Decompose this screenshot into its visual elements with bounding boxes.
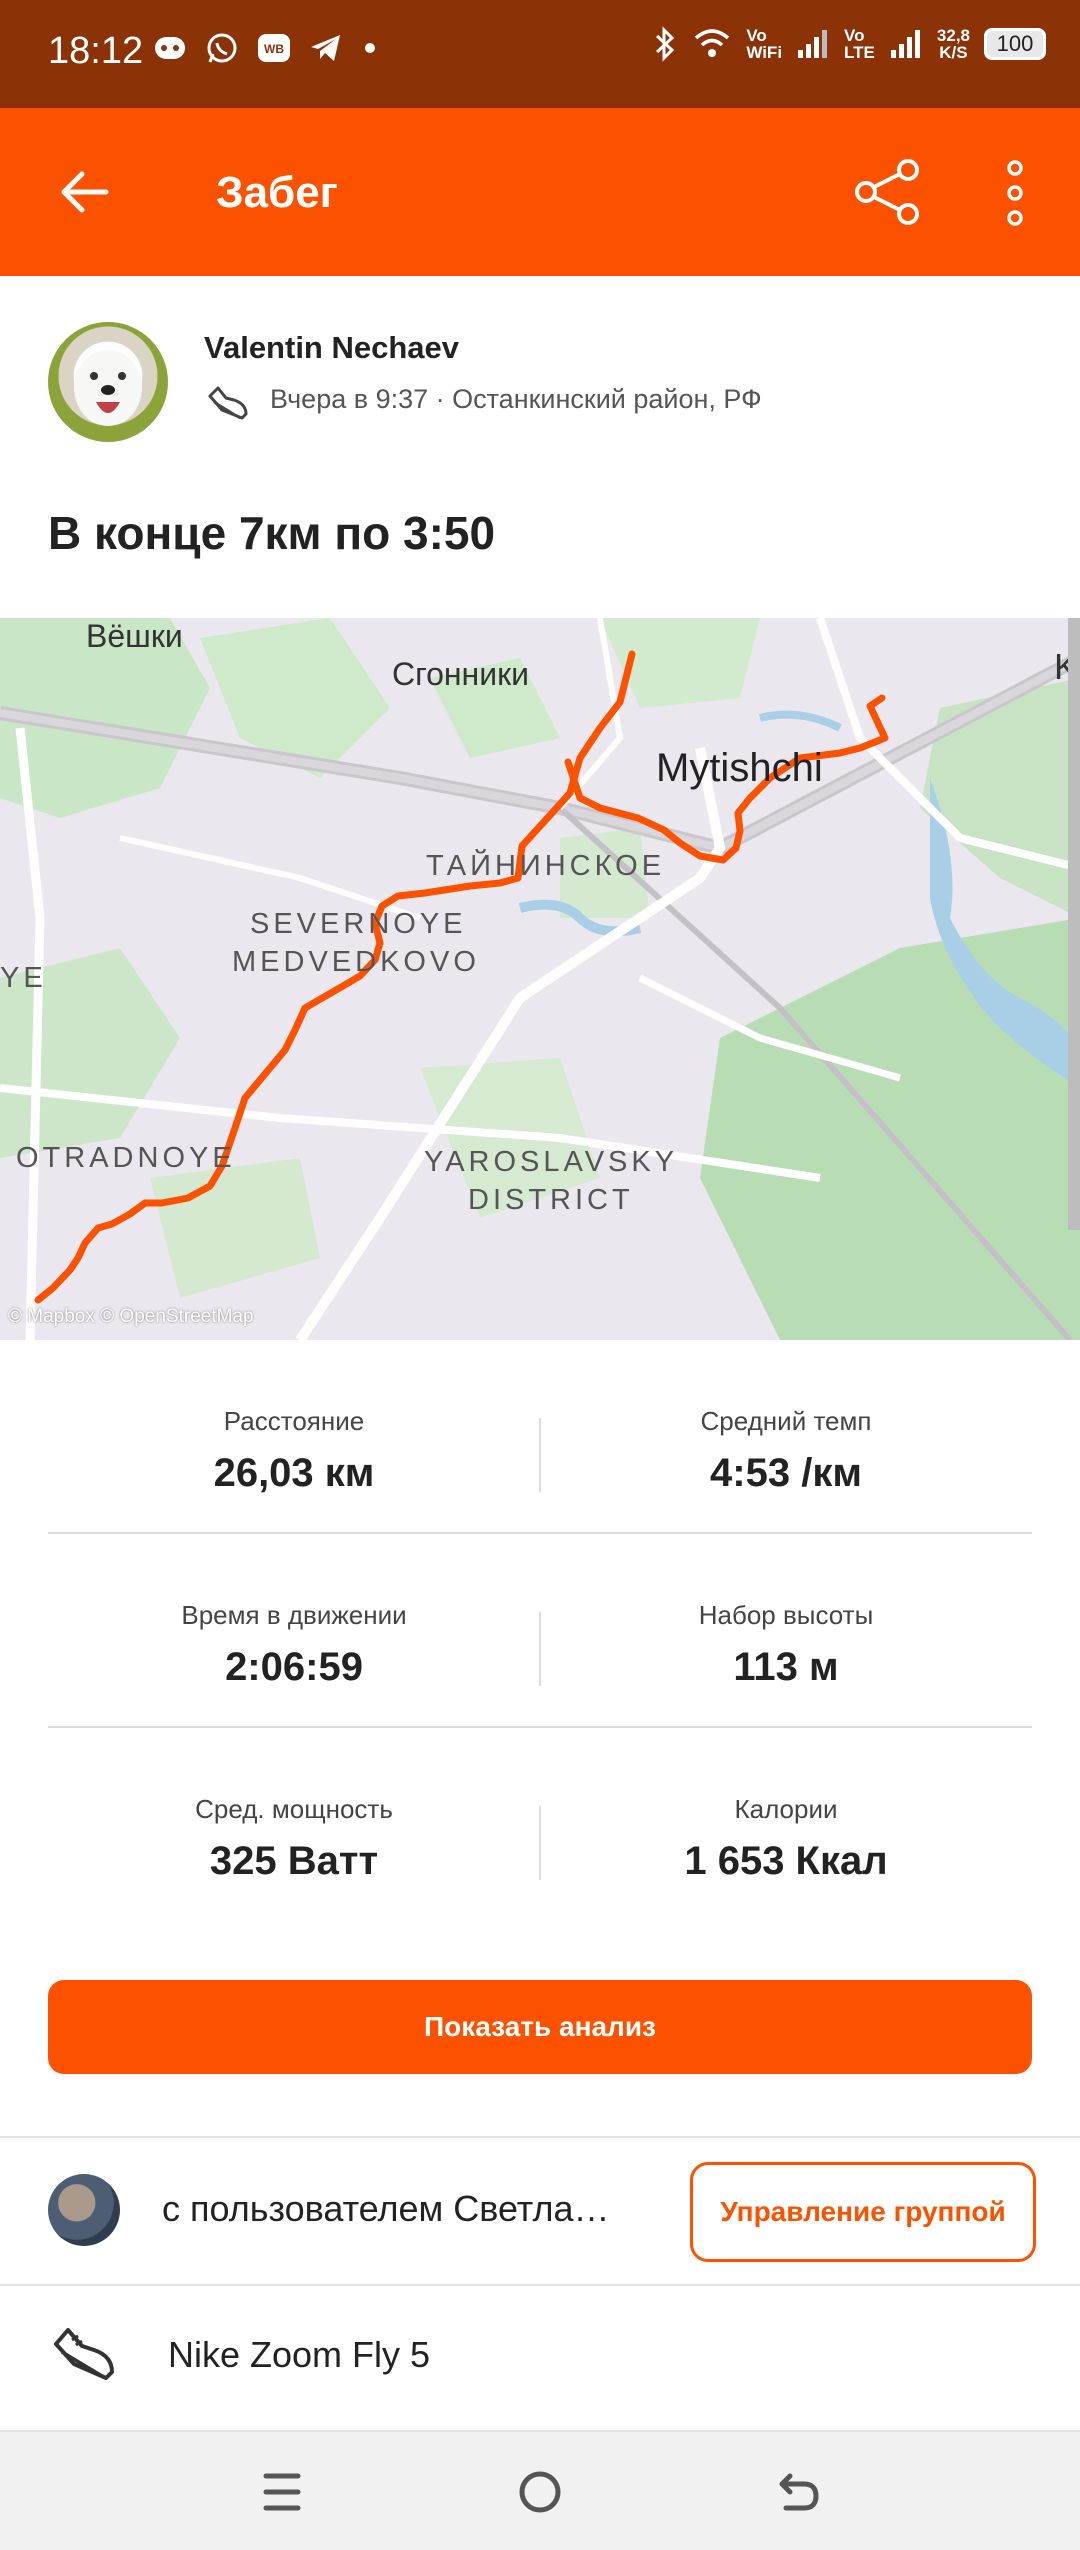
stat-label: Набор высоты: [698, 1600, 874, 1630]
vo-wifi-label: Vo WiFi: [746, 26, 783, 62]
svg-text:WB: WB: [264, 42, 284, 56]
map-label-medvedkovo: MEDVEDKOVO: [232, 946, 480, 978]
athlete-avatar[interactable]: [48, 322, 168, 442]
stat-value: 2:06:59: [225, 1645, 363, 1689]
group-member-text[interactable]: с пользователем Светла…: [162, 2188, 610, 2230]
stat-elevation-gain: Набор высоты 113 м: [540, 1600, 1032, 1690]
dot-icon: [365, 43, 375, 53]
stat-value: 325 Ватт: [209, 1839, 379, 1883]
stat-value: 1 653 Ккал: [684, 1839, 888, 1883]
group-activity-row[interactable]: с пользователем Светла… Управление групп…: [0, 2136, 1080, 2286]
wifi-icon: [695, 29, 730, 57]
status-bar: 18:12 WB Vo WiFi Vo LTE 32,8 K/S 100: [0, 0, 1080, 108]
stat-label: Средний темп: [700, 1406, 872, 1436]
map-label-yaroslavsky: YAROSLAVSKY: [424, 1146, 679, 1178]
stat-avg-pace: Средний темп 4:53 /км: [540, 1406, 1032, 1496]
scrollbar[interactable]: [1068, 618, 1080, 1230]
stat-distance: Расстояние 26,03 км: [48, 1406, 540, 1496]
show-analysis-button[interactable]: Показать анализ: [48, 1980, 1032, 2074]
map-label-tainiskoe: ТАЙНИНСКОЕ: [426, 850, 666, 882]
back-icon[interactable]: [768, 2462, 828, 2522]
home-icon[interactable]: [510, 2462, 570, 2522]
recent-apps-icon[interactable]: [252, 2462, 312, 2522]
stat-calories: Калории 1 653 Ккал: [540, 1794, 1032, 1884]
manage-group-button[interactable]: Управление группой: [690, 2162, 1036, 2262]
bluetooth-icon: [656, 26, 675, 62]
signal-icon: [798, 30, 828, 58]
map-label-sgonniki: Сгонники: [392, 656, 529, 692]
map-label-veshki: Вёшки: [86, 618, 183, 654]
app-toolbar: Забег: [0, 108, 1080, 276]
running-shoe-icon: [208, 386, 248, 420]
stat-value: 113 м: [733, 1645, 839, 1689]
map-label-otradnoye: OTRADNOYE: [16, 1142, 236, 1174]
activity-meta: Вчера в 9:37 · Останкинский район, РФ: [270, 384, 762, 414]
share-icon[interactable]: [852, 156, 924, 228]
net-speed: 32,8 K/S: [936, 26, 970, 62]
battery-icon: 100: [984, 28, 1046, 60]
whatsapp-icon: [207, 33, 237, 63]
status-right: Vo WiFi Vo LTE 32,8 K/S 100: [652, 26, 1046, 62]
status-time: 18:12: [48, 30, 144, 72]
route-map[interactable]: Вёшки Сгонники Mytishchi ТАЙНИНСКОЕ SEVE…: [0, 618, 1080, 1340]
activity-title: В конце 7км по 3:50: [48, 507, 496, 559]
telegram-icon: [311, 35, 340, 61]
page-title: Забег: [216, 168, 339, 217]
notification-icons: WB: [152, 30, 380, 66]
stat-label: Время в движении: [181, 1600, 407, 1630]
stat-label: Калории: [734, 1794, 838, 1824]
athlete-name[interactable]: Valentin Nechaev: [204, 330, 459, 366]
running-shoe-icon: [54, 2328, 114, 2380]
stats-row: Сред. мощность 325 Ватт Калории 1 653 Кк…: [48, 1728, 1032, 1922]
stat-avg-power: Сред. мощность 325 Ватт: [48, 1794, 540, 1884]
gear-row[interactable]: Nike Zoom Fly 5: [0, 2284, 1080, 2432]
stats-row: Расстояние 26,03 км Средний темп 4:53 /к…: [48, 1340, 1032, 1534]
map-label-edge-ye: YE: [0, 962, 47, 994]
stats-row: Время в движении 2:06:59 Набор высоты 11…: [48, 1534, 1032, 1728]
vo-lte-label: Vo LTE: [844, 26, 875, 62]
back-arrow-icon[interactable]: [56, 164, 112, 220]
map-canvas: [0, 618, 1080, 1340]
stat-label: Расстояние: [223, 1406, 365, 1436]
map-attribution[interactable]: © Mapbox © OpenStreetMap: [8, 1306, 254, 1328]
stat-label: Сред. мощность: [195, 1794, 393, 1824]
more-options-icon[interactable]: [1000, 158, 1030, 228]
gear-name[interactable]: Nike Zoom Fly 5: [168, 2334, 430, 2376]
stat-value: 26,03 км: [213, 1451, 375, 1495]
stat-value: 4:53 /км: [710, 1451, 862, 1495]
system-nav-bar: [0, 2432, 1080, 2550]
map-label-district: DISTRICT: [468, 1184, 634, 1216]
map-label-severnoye: SEVERNOYE: [250, 908, 467, 940]
map-label-mytishchi: Mytishchi: [656, 746, 823, 790]
robot-icon: [155, 37, 185, 59]
stat-moving-time: Время в движении 2:06:59: [48, 1600, 540, 1690]
stats-grid: Расстояние 26,03 км Средний темп 4:53 /к…: [48, 1340, 1032, 1922]
signal-icon: [890, 30, 920, 58]
dog-photo: [74, 350, 142, 426]
wb-icon: WB: [258, 34, 290, 62]
group-member-avatar[interactable]: [48, 2174, 120, 2246]
